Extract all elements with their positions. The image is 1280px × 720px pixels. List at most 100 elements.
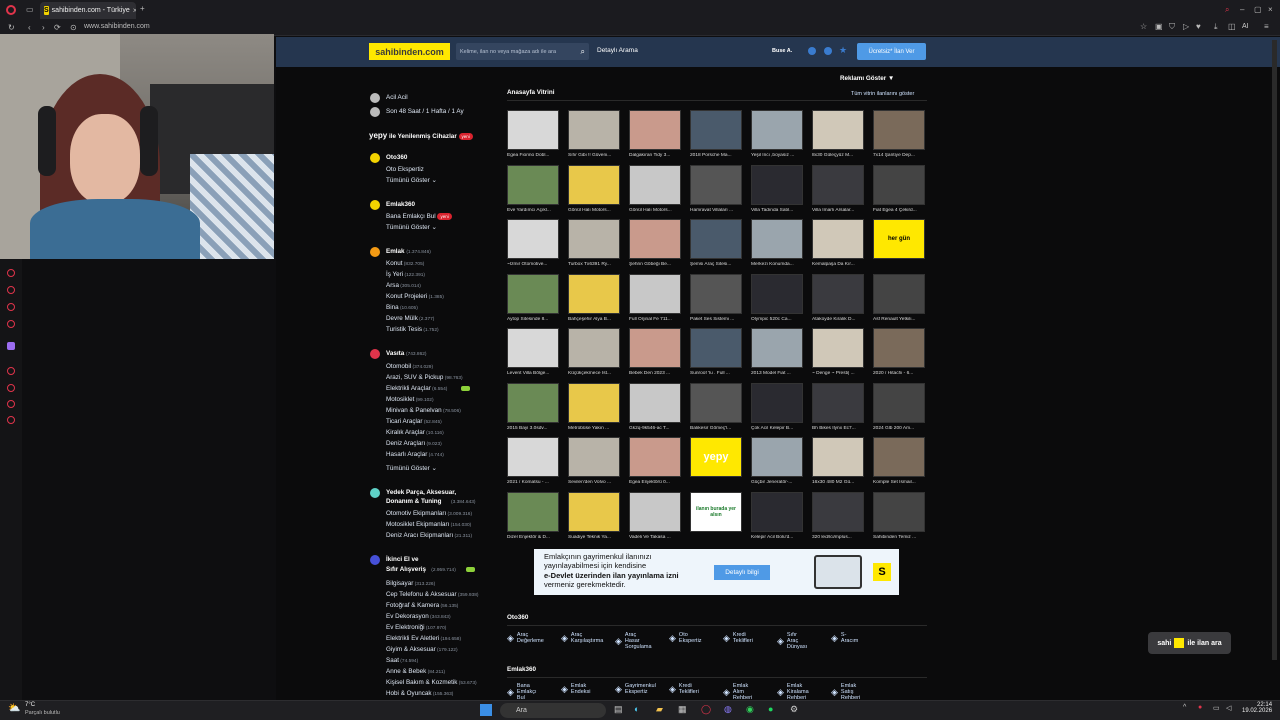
- tab-menu-icon[interactable]: ▭: [26, 6, 34, 14]
- subcategory-link[interactable]: Motosiklet Ekipmanları (154.030): [386, 521, 471, 529]
- showcase-item-image[interactable]: [873, 382, 925, 423]
- subcategory-link[interactable]: Kişisel Bakım & Kozmetik (53.673): [386, 679, 477, 687]
- showcase-item-title[interactable]: 2020 / Hitachi - 6...: [873, 371, 927, 376]
- subcategory-link[interactable]: Kiralık Araçlar (10.116): [386, 429, 444, 437]
- showcase-item-title[interactable]: Olympic 520c Ca...: [751, 317, 805, 322]
- bookmark-add-icon[interactable]: ☆: [1140, 23, 1147, 31]
- quick-link[interactable]: ◈ Sıfır Araç Dünyası: [777, 632, 807, 650]
- browser-menu-icon[interactable]: ≡: [1264, 23, 1269, 31]
- showcase-item-title[interactable]: Dalgakıran Tidy 3...: [629, 153, 683, 158]
- whatsapp-icon[interactable]: ◉: [746, 704, 754, 715]
- showcase-item-title[interactable]: Hamravat Villaları ...: [690, 208, 744, 213]
- showcase-item-image[interactable]: [507, 437, 559, 477]
- showcase-item-title[interactable]: Metrobüse Yakın ...: [568, 426, 622, 431]
- oto-ekspertiz-link[interactable]: Oto Ekspertiz: [386, 166, 424, 173]
- yepy-row[interactable]: yepy ile Yenilenmiş Cihazlar yeni: [369, 132, 473, 140]
- subcategory-link[interactable]: Elektrikli Ev Aletleri (194.658): [386, 635, 461, 643]
- showcase-item-title[interactable]: Turbox Tx6391 Ry...: [568, 262, 622, 267]
- site-logo[interactable]: sahibinden.com: [369, 43, 450, 60]
- showcase-item-title[interactable]: Vadeli Ve Takasa ...: [629, 535, 683, 540]
- showcase-item-title[interactable]: 8x30 Güleçyüz M...: [812, 153, 866, 158]
- quick-link[interactable]: ◈ Kredi Teklifleri: [669, 683, 699, 695]
- quick-link[interactable]: ◈ Emlak Endeksi: [561, 683, 591, 695]
- new-tab-icon[interactable]: +: [140, 5, 145, 13]
- showcase-item-image[interactable]: [568, 328, 620, 368]
- subcategory-link[interactable]: Konut Projeleri (1.385): [386, 293, 444, 301]
- last-month-link[interactable]: 1 Ay: [451, 108, 463, 115]
- showcase-item-image[interactable]: [568, 273, 620, 314]
- showcase-item-image[interactable]: [507, 219, 559, 259]
- subcategory-link[interactable]: Otomobil (374.029): [386, 363, 433, 371]
- showcase-item-image[interactable]: [507, 382, 559, 423]
- showcase-item-image[interactable]: her gün: [873, 219, 925, 259]
- showcase-item-title[interactable]: Aytop Sitesinde 8...: [507, 317, 561, 322]
- search-tabs-icon[interactable]: ⌕: [1225, 6, 1229, 14]
- showcase-item-image[interactable]: [568, 219, 620, 259]
- showcase-item-image[interactable]: [812, 437, 864, 477]
- subcategory-link[interactable]: Deniz Araçları (9.023): [386, 440, 442, 448]
- oto360-heading[interactable]: Oto360: [386, 154, 407, 161]
- subcategory-link[interactable]: Bilgisayar (313.226): [386, 580, 435, 588]
- emlak360-heading[interactable]: Emlak360: [386, 201, 415, 208]
- showcase-item-title[interactable]: Gönül Halı Motors...: [629, 208, 683, 213]
- showcase-item-image[interactable]: [812, 273, 864, 314]
- showcase-item-image[interactable]: [507, 164, 559, 205]
- showcase-item-image[interactable]: [812, 491, 864, 532]
- showcase-item-title[interactable]: Kelepir Acil Bolu'd...: [751, 535, 805, 540]
- post-ad-button[interactable]: Ücretsiz* İlan Ver: [857, 43, 926, 60]
- showcase-item-image[interactable]: [873, 437, 925, 477]
- weather-temp[interactable]: 7°C: [25, 702, 35, 708]
- urgent-ads-link[interactable]: Acil Acil: [386, 94, 408, 101]
- task-view-icon[interactable]: ▤: [614, 704, 623, 715]
- showcase-item-title[interactable]: Bahçeşehir Alya B...: [568, 317, 622, 322]
- subcategory-link[interactable]: Giyim & Aksesuar (179.122): [386, 646, 458, 654]
- last-week-link[interactable]: 1 Hafta: [426, 108, 446, 115]
- clock[interactable]: 22:14 19.02.2026: [1242, 702, 1272, 714]
- floating-search-button[interactable]: sahi ile ilan ara: [1148, 632, 1231, 654]
- subcategory-link[interactable]: Motosiklet (99.102): [386, 396, 434, 404]
- showcase-item-title[interactable]: Asf Renault Yetkili...: [873, 317, 927, 322]
- site-info-icon[interactable]: ⊙: [70, 24, 77, 32]
- emlak-heading[interactable]: Emlak (1.374.846): [386, 248, 431, 256]
- quick-link[interactable]: ◈ Araç Karşılaştırma: [561, 632, 603, 644]
- showcase-item-title[interactable]: ~Izmir Otomotive...: [507, 262, 561, 267]
- showcase-item-image[interactable]: [568, 164, 620, 205]
- last-48h-link[interactable]: Son 48 Saat: [386, 108, 421, 115]
- showcase-item-image[interactable]: [812, 164, 864, 205]
- sidebar-settings-icon[interactable]: [7, 400, 15, 408]
- showcase-item-image[interactable]: [751, 491, 803, 532]
- close-tab-icon[interactable]: ×: [133, 6, 136, 15]
- showcase-item-title[interactable]: 2015 Bayi 3.0sdv...: [507, 426, 561, 431]
- sidebar-app-icon[interactable]: [7, 286, 15, 294]
- showcase-item-image[interactable]: [812, 382, 864, 423]
- shield-icon[interactable]: ⛉: [1169, 23, 1175, 31]
- forward-icon[interactable]: ›: [42, 24, 45, 32]
- url-field[interactable]: www.sahibinden.com: [84, 23, 150, 30]
- showcase-item-title[interactable]: Villa Tadında Satıl...: [751, 208, 805, 213]
- showcase-item-title[interactable]: Sunroof 'lu . Full ...: [690, 371, 744, 376]
- showcase-item-image[interactable]: [629, 273, 681, 314]
- showcase-item-title[interactable]: Sıfır Gibi !! Güveni...: [568, 153, 622, 158]
- tray-chevron-icon[interactable]: ^: [1183, 704, 1186, 711]
- showcase-item-title[interactable]: Atakoyde Kiralık D...: [812, 317, 866, 322]
- vasita-heading[interactable]: Vasıta (743.862): [386, 350, 427, 358]
- showcase-item-image[interactable]: [812, 219, 864, 259]
- showcase-item-title[interactable]: Kemalpaşa Da Kır...: [812, 262, 866, 267]
- player-icon[interactable]: ▷: [1183, 23, 1189, 31]
- detailed-search-link[interactable]: Detaylı Arama: [597, 47, 638, 54]
- all-showcase-link[interactable]: Tüm vitrin ilanlarını göster: [851, 91, 914, 97]
- quick-link[interactable]: ◈ Emlak Kiralama Rehberi: [777, 683, 809, 701]
- search-input[interactable]: Kelime, ilan no veya mağaza adı ile ara …: [456, 43, 589, 60]
- showcase-item-image[interactable]: [629, 437, 681, 477]
- showcase-item-title[interactable]: 16x30 480 M2 Gü...: [812, 480, 866, 485]
- showcase-item-image[interactable]: [568, 110, 620, 150]
- showcase-item-image[interactable]: [690, 273, 742, 314]
- quick-link[interactable]: ◈ Emlak Satış Rehberi: [831, 683, 860, 701]
- minimize-icon[interactable]: –: [1240, 6, 1244, 14]
- showcase-item-image[interactable]: [751, 273, 803, 314]
- steam-icon[interactable]: ⚙: [790, 704, 798, 715]
- showcase-item-image[interactable]: [751, 328, 803, 368]
- ikinci-title[interactable]: İkinci El ve: [386, 556, 419, 563]
- messages-icon[interactable]: [808, 47, 816, 55]
- showcase-item-title[interactable]: Bebek Den 2023 ...: [629, 371, 683, 376]
